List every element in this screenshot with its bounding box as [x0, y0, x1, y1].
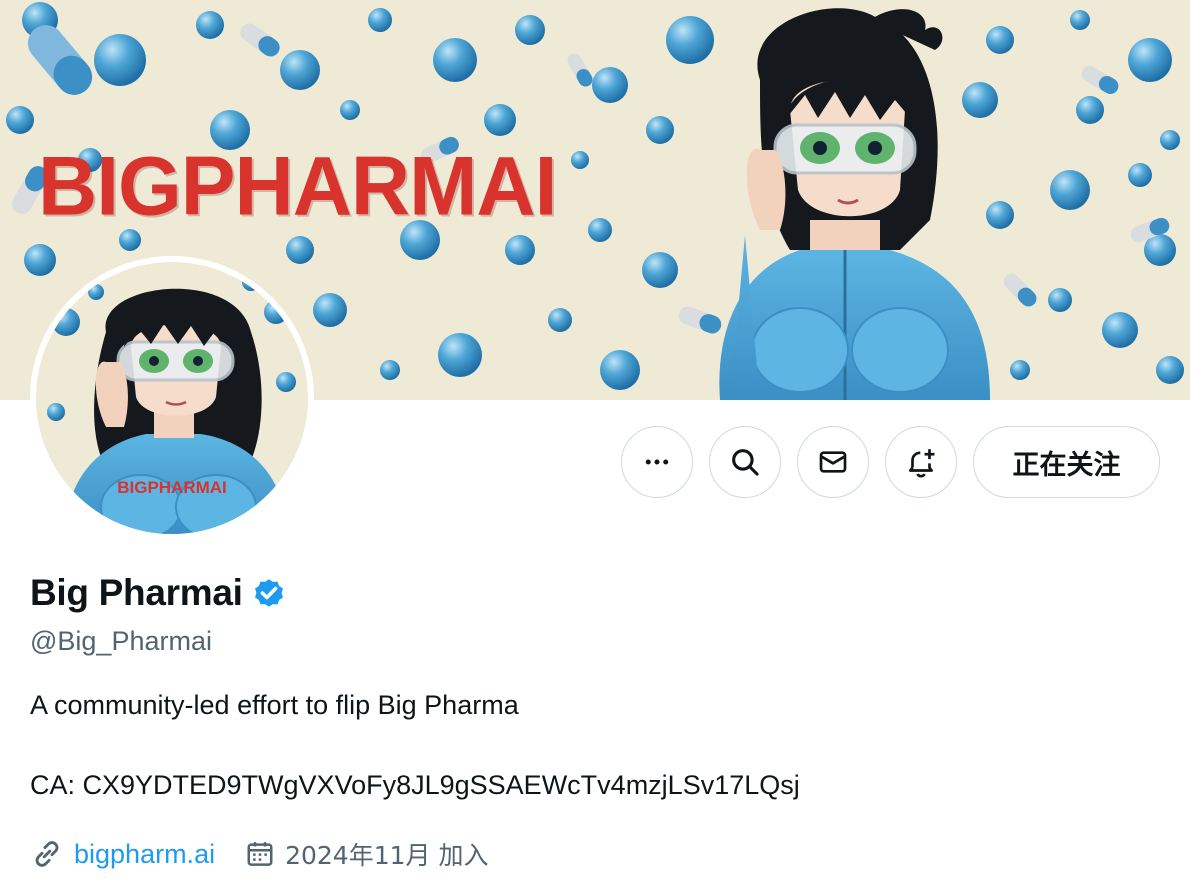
envelope-icon [819, 451, 847, 473]
link-icon [35, 841, 59, 867]
search-profile-button[interactable] [709, 426, 781, 498]
search-icon [732, 449, 759, 476]
display-name: Big Pharmai [30, 572, 243, 613]
verified-badge-icon[interactable] [251, 575, 287, 611]
message-button[interactable] [797, 426, 869, 498]
banner-character [719, 8, 990, 400]
bio-line-1: A community-led effort to flip Big Pharm… [30, 690, 519, 720]
calendar-icon [247, 842, 273, 866]
bell-plus-icon [909, 449, 935, 478]
website-link[interactable]: bigpharm.ai [74, 839, 215, 870]
more-horizontal-icon [645, 459, 669, 465]
banner-title: BIGPHARMAI [38, 140, 557, 233]
profile-handle: @Big_Pharmai [30, 626, 212, 656]
more-button[interactable] [621, 426, 693, 498]
profile-meta: bigpharm.ai 2024年11月 加入 [30, 836, 488, 872]
following-button[interactable]: 正在关注 [973, 426, 1160, 498]
bio-line-2: CA: CX9YDTED9TWgVXVoFy8JL9gSSAEWcTv4mzjL… [30, 770, 800, 800]
joined-date: 2024年11月 加入 [285, 841, 489, 870]
display-name-row: Big Pharmai [30, 572, 287, 614]
notify-button[interactable] [885, 426, 957, 498]
